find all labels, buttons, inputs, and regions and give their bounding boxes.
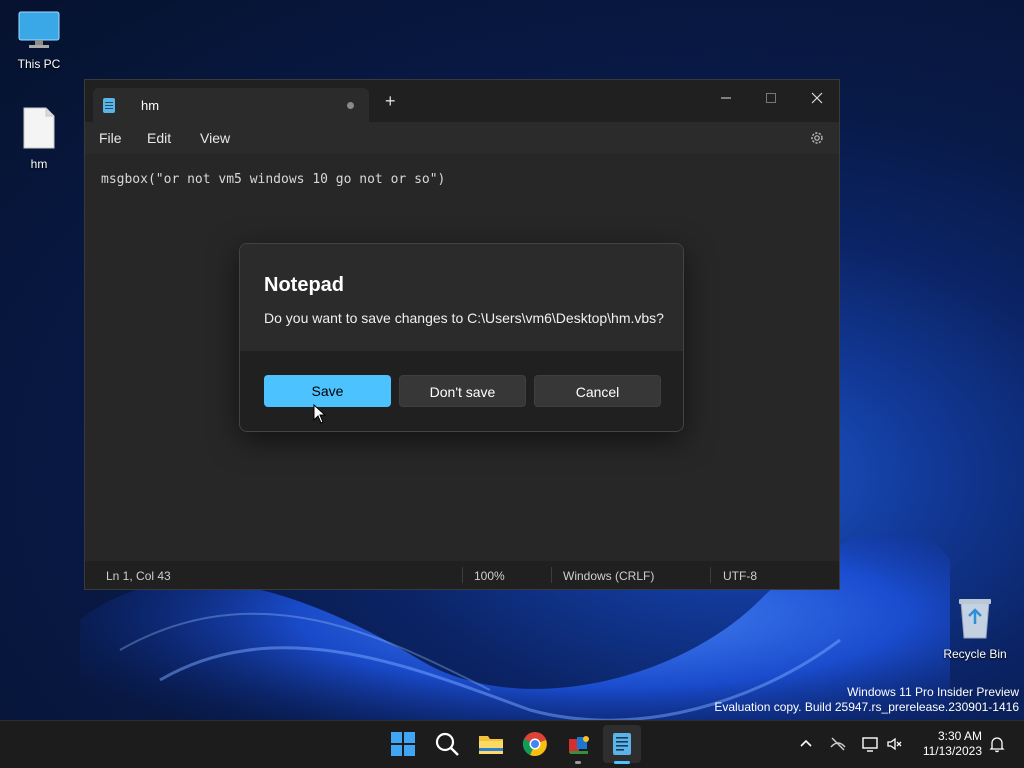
taskbar: 3:30 AM 11/13/2023: [0, 720, 1024, 768]
clock-date: 11/13/2023: [922, 744, 982, 758]
menu-view[interactable]: View: [200, 130, 230, 146]
status-divider: [710, 567, 711, 583]
title-bar[interactable]: hm +: [85, 80, 839, 122]
menu-edit[interactable]: Edit: [147, 130, 171, 146]
minimize-button[interactable]: [711, 86, 741, 112]
notification-bell-icon[interactable]: [988, 735, 1006, 753]
clock-time: 3:30 AM: [937, 729, 982, 743]
desktop-icon-recycle-bin[interactable]: Recycle Bin: [940, 596, 1010, 661]
minimize-icon: [721, 97, 731, 99]
status-encoding: UTF-8: [723, 569, 757, 583]
notepad-icon[interactable]: [609, 731, 635, 757]
status-zoom: 100%: [474, 569, 505, 583]
save-button[interactable]: Save: [264, 375, 391, 407]
close-icon: [811, 92, 823, 104]
editor-content: msgbox("or not vm5 windows 10 go not or …: [101, 172, 446, 187]
notepad-doc-icon: [103, 98, 115, 113]
evaluation-watermark: Windows 11 Pro Insider Preview Evaluatio…: [714, 685, 1019, 715]
file-icon: [23, 107, 55, 149]
status-line-ending: Windows (CRLF): [563, 569, 655, 583]
volume-muted-icon[interactable]: [886, 735, 904, 753]
system-clock[interactable]: 3:30 AM 11/13/2023: [923, 729, 982, 759]
new-tab-button[interactable]: +: [385, 92, 396, 110]
status-position: Ln 1, Col 43: [106, 569, 171, 583]
dialog-content: Notepad Do you want to save changes to C…: [240, 244, 683, 351]
status-divider: [462, 567, 463, 583]
cancel-button[interactable]: Cancel: [534, 375, 661, 407]
computer-icon: [18, 11, 60, 48]
save-changes-dialog: Notepad Do you want to save changes to C…: [239, 243, 684, 432]
desktop-icon-this-pc[interactable]: This PC: [4, 10, 74, 71]
start-icon[interactable]: [390, 731, 416, 757]
unsaved-dot-icon[interactable]: [347, 102, 354, 109]
maximize-icon: [766, 93, 776, 103]
app-running-indicator: [575, 761, 581, 764]
desktop-icon-label: This PC: [17, 57, 61, 71]
tab-hm[interactable]: hm: [93, 88, 369, 122]
close-button[interactable]: [802, 86, 832, 112]
chrome-icon[interactable]: [522, 731, 548, 757]
status-bar: Ln 1, Col 43 100% Windows (CRLF) UTF-8: [85, 561, 839, 589]
search-icon[interactable]: [434, 731, 460, 757]
app-icon[interactable]: [566, 731, 592, 757]
network-offline-icon[interactable]: [829, 735, 847, 753]
menu-file[interactable]: File: [99, 130, 122, 146]
desktop-icon-hm[interactable]: hm: [4, 106, 74, 171]
notepad-active-indicator: [614, 761, 630, 764]
chevron-up-icon[interactable]: [797, 735, 815, 753]
recycle-bin-icon: [959, 599, 991, 639]
watermark-line-2: Evaluation copy. Build 25947.rs_prerelea…: [714, 700, 1019, 714]
file-explorer-icon[interactable]: [478, 731, 504, 757]
desktop-icon-label: hm: [30, 157, 48, 171]
dialog-message: Do you want to save changes to C:\Users\…: [264, 310, 664, 326]
desktop-icon-label: Recycle Bin: [943, 647, 1007, 661]
display-icon[interactable]: [861, 735, 879, 753]
mouse-cursor-icon: [313, 404, 327, 424]
menu-bar: File Edit View: [85, 122, 839, 154]
watermark-line-1: Windows 11 Pro Insider Preview: [847, 685, 1019, 699]
dont-save-button[interactable]: Don't save: [399, 375, 526, 407]
gear-icon[interactable]: [809, 130, 825, 146]
dialog-button-row: Save Don't save Cancel: [240, 351, 683, 431]
dialog-title: Notepad: [264, 274, 344, 296]
status-divider: [551, 567, 552, 583]
tab-title: hm: [141, 98, 160, 113]
maximize-button[interactable]: [756, 86, 786, 112]
